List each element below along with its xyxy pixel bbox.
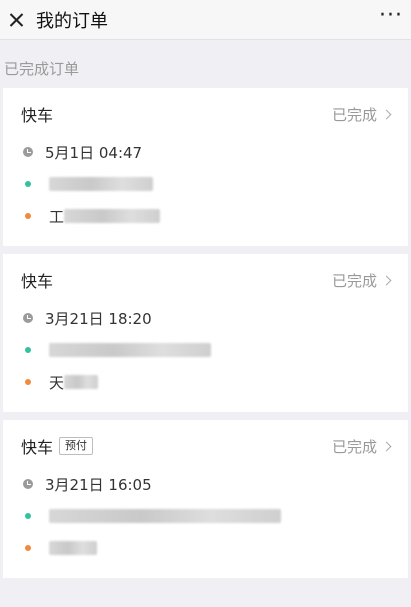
order-card[interactable]: 快车 已完成 5月1日 04:47 工	[3, 88, 408, 246]
end-point-icon	[25, 379, 31, 385]
blurred-text	[49, 343, 211, 357]
blurred-text	[64, 209, 161, 223]
order-time: 5月1日 04:47	[45, 143, 143, 162]
order-time: 3月21日 16:05	[45, 475, 152, 494]
start-address	[49, 343, 211, 357]
start-point-icon	[25, 347, 31, 353]
clock-icon	[23, 479, 33, 489]
order-status[interactable]: 已完成	[331, 104, 392, 125]
blurred-text	[64, 375, 99, 389]
prepaid-tag: 预付	[59, 437, 94, 455]
blurred-text	[49, 541, 97, 555]
end-point-icon	[25, 545, 31, 551]
top-nav-bar: 我的订单 ···	[0, 0, 411, 40]
blurred-text	[49, 177, 153, 191]
start-point-icon	[25, 181, 31, 187]
chevron-right-icon	[381, 109, 392, 119]
end-address-visible-text: 工	[49, 207, 65, 226]
order-type: 快车	[21, 272, 54, 291]
end-address: 工	[49, 206, 161, 227]
order-type: 快车	[21, 438, 54, 457]
order-time: 3月21日 18:20	[45, 309, 152, 328]
blurred-text	[49, 509, 281, 523]
end-address: 天	[49, 372, 99, 393]
order-card[interactable]: 快车 预付 已完成 3月21日 16:05	[3, 420, 408, 578]
page-title: 我的订单	[36, 10, 108, 32]
order-status-label: 已完成	[331, 437, 377, 456]
order-status[interactable]: 已完成	[331, 270, 392, 291]
end-point-icon	[25, 213, 31, 219]
more-options-icon[interactable]: ···	[379, 4, 403, 35]
chevron-right-icon	[381, 441, 392, 451]
chevron-right-icon	[381, 275, 392, 285]
order-status-label: 已完成	[331, 105, 377, 124]
order-card[interactable]: 快车 已完成 3月21日 18:20 天	[3, 254, 408, 412]
end-address-visible-text: 天	[49, 373, 65, 392]
order-status[interactable]: 已完成	[331, 436, 392, 457]
start-address	[49, 509, 281, 523]
start-point-icon	[25, 513, 31, 519]
close-icon[interactable]	[6, 9, 28, 31]
start-address	[49, 177, 153, 191]
order-type: 快车	[21, 106, 54, 125]
clock-icon	[23, 147, 33, 157]
order-status-label: 已完成	[331, 271, 377, 290]
section-title: 已完成订单	[4, 60, 80, 78]
end-address	[49, 541, 97, 555]
clock-icon	[23, 313, 33, 323]
